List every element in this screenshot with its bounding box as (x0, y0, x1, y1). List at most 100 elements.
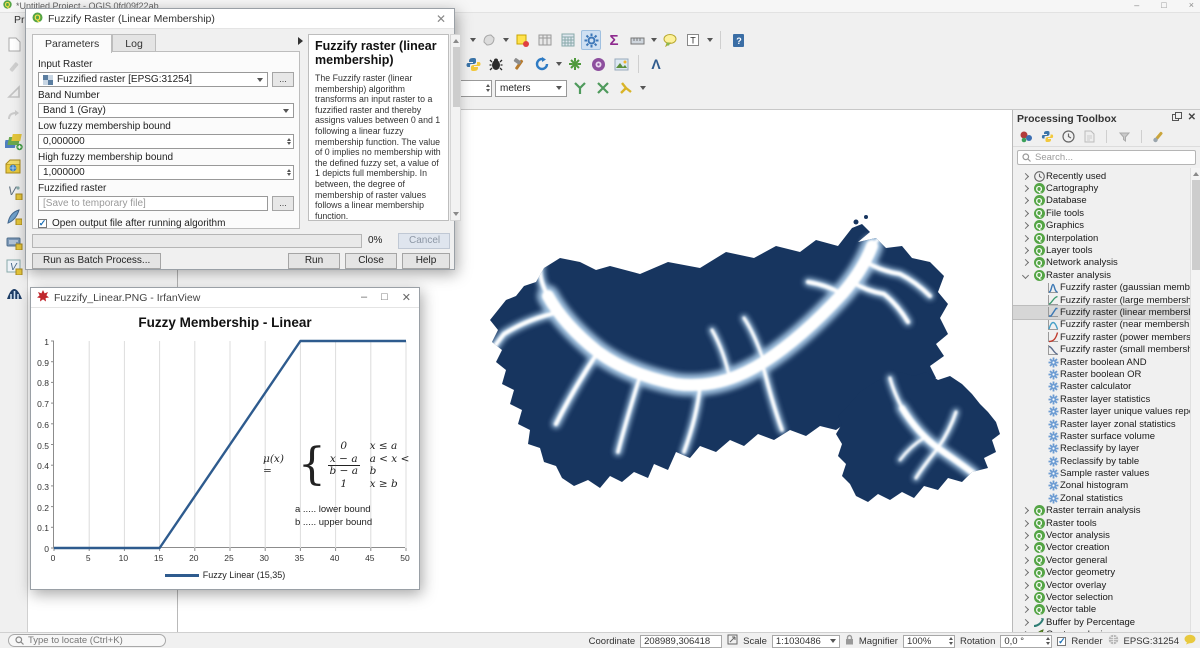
chevron-right-icon[interactable] (1018, 607, 1032, 612)
scale-select[interactable]: 1:1030486 (772, 635, 840, 648)
chevron-right-icon[interactable] (1018, 545, 1032, 550)
chevron-right-icon[interactable] (1018, 248, 1032, 253)
processing-toolbox-icon[interactable] (581, 30, 601, 50)
tab-parameters[interactable]: Parameters (32, 34, 112, 53)
snapping-units-select[interactable]: meters (495, 80, 567, 97)
output-raster-input[interactable]: [Save to temporary file] (38, 196, 268, 211)
low-bound-input[interactable]: 0,000000 (38, 134, 294, 149)
coordinate-input[interactable]: 208989,306418 (640, 635, 722, 648)
toolbox-search-input[interactable]: Search... (1017, 150, 1196, 165)
add-vector-layer-icon[interactable]: V (3, 181, 25, 203)
help-button[interactable]: Help (402, 253, 450, 269)
toolbox-tree-item[interactable]: QRaster tools (1013, 517, 1200, 529)
toolbox-tree-item[interactable]: Zonal histogram (1013, 480, 1200, 492)
data-source-manager-icon[interactable] (3, 131, 25, 153)
chevron-right-icon[interactable] (1018, 620, 1032, 625)
chevron-right-icon[interactable] (1018, 595, 1032, 600)
batch-process-button[interactable]: Run as Batch Process... (32, 253, 161, 269)
toolbox-tree-item[interactable]: Raster calculator (1013, 381, 1200, 393)
render-checkbox[interactable]: ✓ (1057, 637, 1066, 646)
magnifier-input[interactable]: 100% (903, 635, 955, 648)
minimize-button[interactable]: – (361, 291, 367, 304)
toolbox-tree-item[interactable]: QVector analysis (1013, 529, 1200, 541)
chevron-right-icon[interactable] (1018, 508, 1032, 513)
toolbox-tree-item[interactable]: QVector table (1013, 604, 1200, 616)
select-dropdown-icon[interactable] (470, 38, 476, 42)
toolbox-tree-item[interactable]: Raster surface volume (1013, 430, 1200, 442)
chevron-right-icon[interactable] (1018, 211, 1032, 216)
measure-angle-icon[interactable] (3, 81, 25, 103)
disc-tool-icon[interactable] (588, 54, 608, 74)
close-button[interactable]: × (1189, 0, 1194, 10)
chevron-down-icon[interactable] (1018, 273, 1032, 278)
toolbox-tree-item[interactable]: Fuzzify raster (small membership) (1013, 343, 1200, 355)
attribute-table-icon[interactable] (535, 30, 555, 50)
high-bound-input[interactable]: 1,000000 (38, 165, 294, 180)
crs-value[interactable]: EPSG:31254 (1124, 636, 1179, 647)
chevron-right-icon[interactable] (1018, 186, 1032, 191)
add-delimited-text-layer-icon[interactable] (3, 231, 25, 253)
toolbox-tree-item[interactable]: QVector geometry (1013, 567, 1200, 579)
toolbox-options-icon[interactable] (1151, 129, 1167, 145)
toolbox-tree-item[interactable]: QVector overlay (1013, 579, 1200, 591)
toolbox-tree-item[interactable]: QGraphics (1013, 220, 1200, 232)
fuzzify-dialog-titlebar[interactable]: Q Fuzzify Raster (Linear Membership) ✕ (26, 9, 454, 29)
toolbox-tree-item[interactable]: QFile tools (1013, 207, 1200, 219)
chevron-right-icon[interactable] (1018, 198, 1032, 203)
minimize-button[interactable]: – (1134, 0, 1139, 10)
map-tips-icon[interactable] (660, 30, 680, 50)
toolbox-tree-item[interactable]: QRaster terrain analysis (1013, 505, 1200, 517)
new-project-icon[interactable] (3, 33, 25, 55)
snapping-mode-icon[interactable] (616, 78, 636, 98)
refresh-dropdown-icon[interactable] (556, 62, 562, 66)
add-spatialite-layer-icon[interactable] (3, 206, 25, 228)
toolbox-tree-item[interactable]: Fuzzify raster (gaussian membership) (1013, 282, 1200, 294)
deselect-dropdown-icon[interactable] (503, 38, 509, 42)
toolbox-tree-item[interactable]: QVector selection (1013, 591, 1200, 603)
toolbox-tree-item[interactable]: Sample raster values (1013, 467, 1200, 479)
irfanview-titlebar[interactable]: Fuzzify_Linear.PNG - IrfanView – □ ✕ (31, 288, 419, 308)
statistics-icon[interactable]: Σ (604, 30, 624, 50)
deselect-icon[interactable] (479, 30, 499, 50)
chevron-right-icon[interactable] (1018, 260, 1032, 265)
toolbox-scrollbar[interactable] (1190, 168, 1200, 642)
refresh-plugin-icon[interactable] (532, 54, 552, 74)
close-panel-icon[interactable]: ✕ (1188, 112, 1196, 124)
snapping-vertex-icon[interactable] (570, 78, 590, 98)
help-scrollbar[interactable] (450, 34, 461, 221)
toolbox-tree-item[interactable]: Reclassify by layer (1013, 443, 1200, 455)
toolbox-tree-item[interactable]: QVector general (1013, 554, 1200, 566)
toolbox-tree-item[interactable]: Buffer by Percentage (1013, 616, 1200, 628)
maximize-button[interactable]: □ (381, 291, 388, 304)
rotation-input[interactable]: 0,0 ° (1000, 635, 1052, 648)
annotation-dropdown-icon[interactable] (707, 38, 713, 42)
crs-icon[interactable] (1108, 634, 1119, 648)
extents-toggle-icon[interactable] (727, 634, 738, 648)
plugin-bug-icon[interactable] (486, 54, 506, 74)
toolbox-tree-item[interactable]: Raster layer zonal statistics (1013, 418, 1200, 430)
text-annotation-icon[interactable]: T (683, 30, 703, 50)
python-console-icon[interactable] (463, 54, 483, 74)
lock-scale-icon[interactable] (845, 634, 854, 648)
dialog-close-icon[interactable]: ✕ (436, 12, 446, 26)
input-raster-select[interactable]: Fuzzified raster [EPSG:31254] (38, 72, 268, 87)
cancel-button[interactable]: Cancel (398, 233, 450, 249)
toolbox-python-icon[interactable] (1039, 129, 1055, 145)
toolbox-tree-item[interactable]: Raster boolean OR (1013, 368, 1200, 380)
toolbox-tree-item[interactable]: QLayer tools (1013, 244, 1200, 256)
measure-icon[interactable] (627, 30, 647, 50)
toolbox-tree-item[interactable]: Raster layer statistics (1013, 393, 1200, 405)
float-panel-icon[interactable] (1172, 112, 1182, 124)
toolbox-tree-item[interactable]: Raster boolean AND (1013, 356, 1200, 368)
chevron-right-icon[interactable] (1018, 521, 1032, 526)
locator-input[interactable]: Type to locate (Ctrl+K) (8, 634, 166, 647)
add-virtual-layer-icon[interactable]: V (3, 256, 25, 278)
toolbox-tree-item[interactable]: Fuzzify raster (large membership) (1013, 294, 1200, 306)
toolbox-tree-item[interactable]: QRaster analysis (1013, 269, 1200, 281)
help-icon[interactable]: ? (728, 30, 748, 50)
edit-attributes-icon[interactable] (512, 30, 532, 50)
toolbox-models-icon[interactable] (1018, 129, 1034, 145)
toolbox-tree-item[interactable]: Reclassify by table (1013, 455, 1200, 467)
toolbox-tree-item[interactable]: Fuzzify raster (linear membership) (1013, 306, 1200, 318)
toolbox-tree-item[interactable]: QVector creation (1013, 542, 1200, 554)
